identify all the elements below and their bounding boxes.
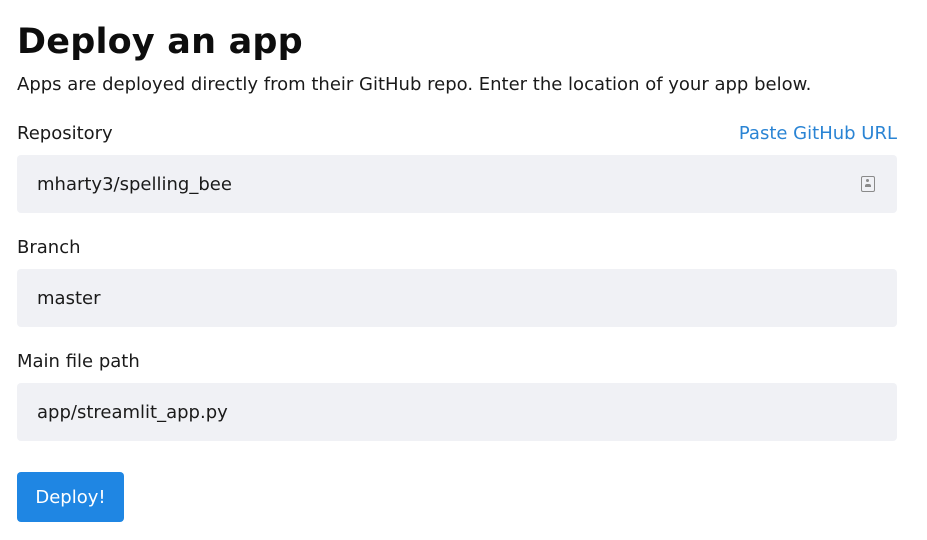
contact-card-icon[interactable] [861,176,875,192]
page-title: Deploy an app [17,22,303,62]
branch-input[interactable]: master [17,269,897,327]
page-subtitle: Apps are deployed directly from their Gi… [17,74,812,95]
repository-label: Repository [17,123,113,144]
deploy-button[interactable]: Deploy! [17,472,124,522]
main-file-path-input[interactable]: app/streamlit_app.py [17,383,897,441]
main-file-path-input-value: app/streamlit_app.py [37,401,228,423]
repository-input-value: mharty3/spelling_bee [37,173,232,195]
branch-input-value: master [37,287,101,309]
paste-github-url-link[interactable]: Paste GitHub URL [739,122,897,146]
branch-label: Branch [17,237,81,258]
repository-input[interactable]: mharty3/spelling_bee [17,155,897,213]
main-file-path-label: Main file path [17,351,140,372]
